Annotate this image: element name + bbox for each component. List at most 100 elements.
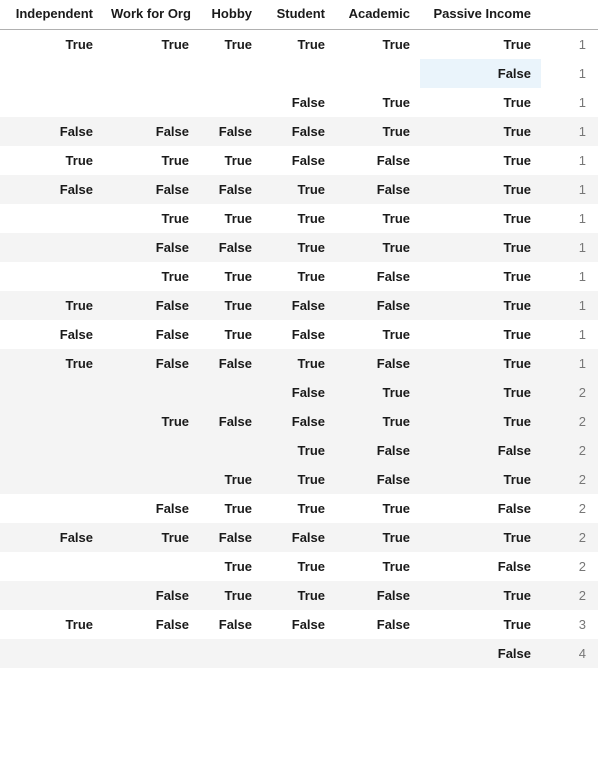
table-row[interactable]: FalseTrueFalseFalseTrueTrue2 — [0, 523, 598, 552]
cell-workfororg — [103, 88, 199, 117]
cell-academic — [335, 59, 420, 88]
cell-independent — [0, 581, 103, 610]
cell-workfororg: False — [103, 320, 199, 349]
cell-passiveincome: True — [420, 291, 541, 320]
cell-passiveincome: True — [420, 465, 541, 494]
cell-independent: True — [0, 610, 103, 639]
cell-workfororg: False — [103, 291, 199, 320]
cell-hobby: True — [199, 291, 262, 320]
cell-workfororg: False — [103, 494, 199, 523]
cell-hobby: False — [199, 610, 262, 639]
cell-student: True — [262, 349, 335, 378]
cell-academic: False — [335, 465, 420, 494]
cell-hobby: False — [199, 349, 262, 378]
cell-independent — [0, 59, 103, 88]
cell-academic: True — [335, 523, 420, 552]
cell-student — [262, 639, 335, 668]
cell-independent: False — [0, 320, 103, 349]
cell-academic: True — [335, 407, 420, 436]
cell-hobby: False — [199, 407, 262, 436]
cell-student: True — [262, 175, 335, 204]
cell-workfororg: True — [103, 30, 199, 60]
cell-independent — [0, 436, 103, 465]
cell-student: True — [262, 581, 335, 610]
table-row[interactable]: TrueTrueTrueTrueTrueTrue1 — [0, 30, 598, 60]
cell-count: 1 — [541, 349, 598, 378]
col-header-count — [541, 0, 598, 30]
cell-student: True — [262, 233, 335, 262]
table-row[interactable]: FalseTrueTrue2 — [0, 378, 598, 407]
cell-count: 2 — [541, 523, 598, 552]
cell-academic: False — [335, 262, 420, 291]
table-row[interactable]: TrueFalseFalse2 — [0, 436, 598, 465]
cell-count: 1 — [541, 233, 598, 262]
cell-passiveincome: False — [420, 552, 541, 581]
table-row[interactable]: TrueFalseFalseFalseFalseTrue3 — [0, 610, 598, 639]
cell-count: 2 — [541, 552, 598, 581]
cell-academic: True — [335, 117, 420, 146]
cell-student: False — [262, 523, 335, 552]
cell-hobby — [199, 59, 262, 88]
table-row[interactable]: TrueFalseFalseTrueTrue2 — [0, 407, 598, 436]
cell-independent — [0, 262, 103, 291]
cell-passiveincome: True — [420, 233, 541, 262]
cell-student: False — [262, 146, 335, 175]
cell-student: False — [262, 320, 335, 349]
cell-workfororg: True — [103, 204, 199, 233]
table-row[interactable]: TrueTrueFalseTrue2 — [0, 465, 598, 494]
cell-passiveincome: True — [420, 30, 541, 60]
cell-workfororg — [103, 378, 199, 407]
cell-student: True — [262, 552, 335, 581]
cell-academic: True — [335, 320, 420, 349]
cell-passiveincome: True — [420, 378, 541, 407]
table-row[interactable]: FalseFalseTrueFalseTrueTrue1 — [0, 320, 598, 349]
cell-independent — [0, 407, 103, 436]
cell-independent: False — [0, 175, 103, 204]
table-row[interactable]: FalseTrueTrueTrueFalse2 — [0, 494, 598, 523]
col-header-workfororg[interactable]: Work for Org — [103, 0, 199, 30]
table-row[interactable]: False1 — [0, 59, 598, 88]
cell-passiveincome: False — [420, 639, 541, 668]
col-header-student[interactable]: Student — [262, 0, 335, 30]
table-row[interactable]: TrueFalseTrueFalseFalseTrue1 — [0, 291, 598, 320]
cell-academic: False — [335, 291, 420, 320]
cell-academic — [335, 639, 420, 668]
cell-academic: False — [335, 349, 420, 378]
cell-student: False — [262, 291, 335, 320]
cell-count: 1 — [541, 88, 598, 117]
cell-passiveincome: False — [420, 59, 541, 88]
table-row[interactable]: TrueTrueTrueFalseFalseTrue1 — [0, 146, 598, 175]
col-header-independent[interactable]: Independent — [0, 0, 103, 30]
cell-workfororg — [103, 465, 199, 494]
cell-hobby: True — [199, 320, 262, 349]
cell-hobby — [199, 88, 262, 117]
cell-academic: False — [335, 146, 420, 175]
col-header-academic[interactable]: Academic — [335, 0, 420, 30]
col-header-passiveincome[interactable]: Passive Income — [420, 0, 541, 30]
table-row[interactable]: FalseTrueTrue1 — [0, 88, 598, 117]
cell-workfororg — [103, 552, 199, 581]
table-row[interactable]: FalseTrueTrueFalseTrue2 — [0, 581, 598, 610]
table-row[interactable]: FalseFalseFalseTrueFalseTrue1 — [0, 175, 598, 204]
cell-passiveincome: True — [420, 610, 541, 639]
cell-hobby — [199, 639, 262, 668]
cell-academic: True — [335, 204, 420, 233]
col-header-hobby[interactable]: Hobby — [199, 0, 262, 30]
cell-independent: False — [0, 523, 103, 552]
cell-academic: True — [335, 88, 420, 117]
cell-independent — [0, 204, 103, 233]
table-row[interactable]: False4 — [0, 639, 598, 668]
cell-count: 2 — [541, 581, 598, 610]
cell-count: 1 — [541, 146, 598, 175]
cell-independent: True — [0, 291, 103, 320]
cell-student — [262, 59, 335, 88]
table-row[interactable]: TrueTrueTrueTrueTrue1 — [0, 204, 598, 233]
table-row[interactable]: TrueFalseFalseTrueFalseTrue1 — [0, 349, 598, 378]
table-row[interactable]: TrueTrueTrueFalseTrue1 — [0, 262, 598, 291]
cell-hobby: False — [199, 175, 262, 204]
table-row[interactable]: FalseFalseFalseFalseTrueTrue1 — [0, 117, 598, 146]
table-row[interactable]: TrueTrueTrueFalse2 — [0, 552, 598, 581]
cell-hobby: True — [199, 30, 262, 60]
table-row[interactable]: FalseFalseTrueTrueTrue1 — [0, 233, 598, 262]
cell-student: True — [262, 494, 335, 523]
